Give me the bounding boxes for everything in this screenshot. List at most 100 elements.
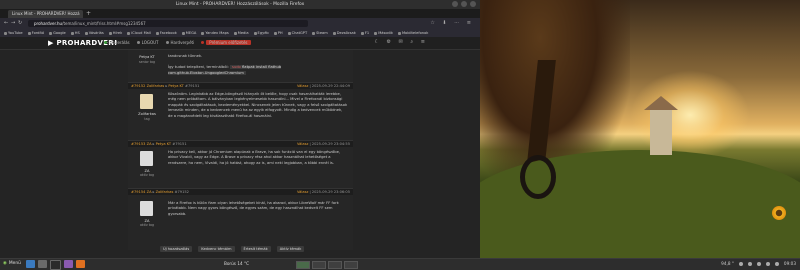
bookmark-favicon-icon [374,31,378,35]
bookmark-item[interactable]: ChatGPT [287,31,307,35]
bookmark-favicon-icon [273,31,277,35]
back-icon[interactable]: ← [4,20,8,26]
post-username[interactable]: Petya KT [132,55,162,59]
forward-icon[interactable]: → [11,20,15,26]
bookmark-item[interactable]: Második [374,31,393,35]
reload-icon[interactable]: ↻ [18,20,22,26]
files-icon[interactable] [38,260,47,268]
forum-post: #79152 Zolifarkas ▸ Petya KT #79151 Vála… [128,82,353,121]
bookmark-item[interactable]: Facebook [155,31,177,35]
user-avatar[interactable] [140,201,153,216]
workspace-2[interactable] [312,261,326,269]
bookmark-favicon-icon [253,31,257,35]
site-nav-label: Moderálás [109,40,130,45]
nav-dot-icon [104,41,107,44]
bookmark-label: Vásárlás [88,31,104,35]
tray-icon[interactable] [747,261,752,266]
bookmark-item[interactable]: YouTube [4,31,23,35]
site-nav-item[interactable]: Hardverpéti [165,40,195,45]
bookmark-item[interactable]: Vásárlás [84,31,104,35]
clock[interactable]: 09:03 [784,261,796,266]
bookmark-favicon-icon [27,31,31,35]
bookmark-favicon-icon [312,31,316,35]
start-menu-button[interactable]: ◉ Menü [3,261,21,266]
bookmark-favicon-icon [287,31,291,35]
post-header: #79152 Zolifarkas ▸ Petya KT #79151 Vála… [128,82,353,89]
bookmark-item[interactable]: iCloud Mail [127,31,151,35]
bookmark-favicon-icon [84,31,88,35]
bookmark-item[interactable]: Media [233,31,249,35]
reply-link[interactable]: Válasz [297,190,308,194]
bookmark-item[interactable]: MEGA [181,31,196,35]
bookmark-label: Dezsőcsak [336,31,356,35]
tab-bar: Linux Mint - PROHARDVER! Hozzá + [0,9,480,18]
close-button[interactable] [470,1,476,7]
battery-icon[interactable] [774,261,779,266]
desktop-wallpaper [480,0,800,258]
site-header: ▶ PROHARDVER! Moderálás LOGOUT Hardverpéti… [0,37,480,50]
reply-link[interactable]: Válasz [297,142,308,146]
bookmark-item[interactable]: Hírek [108,31,122,35]
forum-action-button[interactable]: Új hozzászólás [160,246,193,252]
weather-widget[interactable]: Borús 14 °C [224,261,249,266]
site-nav: Moderálás LOGOUT Hardverpéti Prémium előfiz… [104,40,251,45]
bookmark-item[interactable]: Yandex Maps [201,31,229,35]
bookmark-label: PH [277,31,283,35]
bookmark-item[interactable]: HS [70,31,80,35]
show-desktop-icon[interactable] [26,260,35,268]
bookmark-label: iCloud Mail [131,31,151,35]
bookmark-item[interactable]: Fordító [27,31,44,35]
url-bar[interactable]: prohardver.hu/tema/linux_mint/friss.html… [28,20,308,27]
workspace-switcher [296,261,358,269]
bookmark-label: F1 [364,31,370,35]
toolbar-icons[interactable]: ☆ ⬇ ⋯ ≡ [430,20,474,26]
reply-link[interactable]: Válasz [297,84,308,88]
firefox-icon[interactable] [76,260,85,268]
forum-action-button[interactable]: Aktív témák [276,246,305,252]
nav-dot-icon [136,41,140,44]
forum-action-button[interactable]: Értesít témák [240,246,271,252]
forum-action-button[interactable]: Kedvenc témáim [198,246,235,252]
site-nav-item[interactable]: Moderálás [104,40,130,45]
minimize-button[interactable] [452,1,458,7]
post-text: tanácsnak tűnnek. Így tudod telepíteni, … [168,54,282,75]
workspace-3[interactable] [328,261,342,269]
site-nav-label: Prémium előfizetés [206,40,251,45]
bookmark-label: Steam [316,31,328,35]
bookmark-favicon-icon [360,31,364,35]
bookmark-item[interactable]: Google [49,31,66,35]
post-user-rank: aktív tag [139,173,155,177]
bookmark-item[interactable]: Steam [312,31,328,35]
network-icon[interactable] [756,261,761,266]
new-tab-icon[interactable]: + [86,10,91,18]
bookmarks-bar: YouTube Fordító Google HS Vásárlás Hírek iClou… [0,29,480,37]
user-avatar[interactable] [140,94,153,109]
bookmark-favicon-icon [70,31,74,35]
post-username[interactable]: Zolifarkas [132,112,162,116]
workspace-4[interactable] [344,261,358,269]
tray-icon[interactable] [738,261,743,266]
site-nav-item[interactable]: LOGOUT [136,40,159,45]
bookmark-item[interactable]: PH [273,31,283,35]
bookmark-item[interactable]: F1 [360,31,370,35]
bookmark-item[interactable]: Dezsőcsak [332,31,356,35]
system-tray: 94,8 ° 09:03 [721,261,796,266]
volume-icon[interactable] [765,261,770,266]
site-nav-item[interactable]: Prémium előfizetés [201,40,251,45]
workspace-1[interactable] [296,261,310,269]
window-titlebar[interactable]: Linux Mint - PROHARDVER! Hozzászólások -… [0,0,480,9]
forum-post: #79153 ZA ▸ Petya KT #79151 Válasz | 202… [128,140,353,177]
wallpaper-sunflower [772,206,786,220]
bookmark-favicon-icon [332,31,336,35]
bookmark-item[interactable]: Egyéb [253,31,269,35]
bookmark-label: Mobiltelefonok [401,31,429,35]
site-nav-label: Hardverpéti [170,40,195,45]
post-user-rank: senior tag [138,60,156,64]
bookmark-item[interactable]: Mobiltelefonok [397,31,429,35]
app-icon[interactable] [64,260,73,268]
site-header-icons[interactable]: ☾ ⚙ ✉ ⌕ ≡ [374,39,428,45]
browser-tab[interactable]: Linux Mint - PROHARDVER! Hozzá [8,10,83,18]
user-avatar[interactable] [140,151,153,166]
post-user-rank: aktív tag [139,223,155,227]
maximize-button[interactable] [461,1,467,7]
